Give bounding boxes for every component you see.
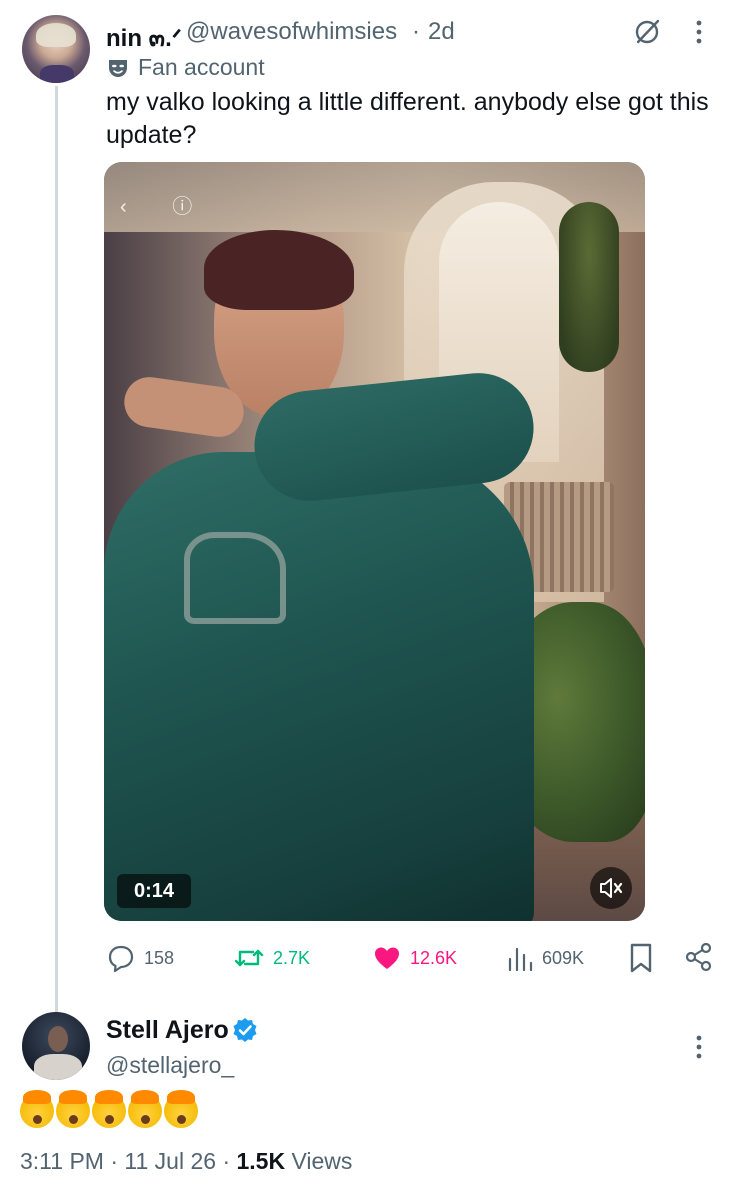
views-button[interactable]: 609K xyxy=(506,943,584,973)
share-icon[interactable] xyxy=(684,942,714,972)
video-duration: 0:14 xyxy=(117,874,191,908)
post-time[interactable]: 2d xyxy=(428,18,455,46)
reply-count: 158 xyxy=(144,947,175,968)
fan-account-label: Fan account xyxy=(138,54,265,80)
exploding-head-icon xyxy=(56,1090,90,1128)
post-text: my valko looking a little different. any… xyxy=(106,88,709,149)
views-total[interactable]: 1.5K xyxy=(237,1148,286,1174)
reply-author-handle[interactable]: @stellajero_ xyxy=(106,1052,234,1079)
exploding-head-icon xyxy=(92,1090,126,1128)
more-vertical-icon[interactable] xyxy=(692,17,706,47)
author-name[interactable]: nin ๓.ᐟ xyxy=(106,18,182,57)
exploding-head-icon xyxy=(128,1090,162,1128)
reply-button[interactable]: 158 xyxy=(106,943,174,973)
separator-dot: · xyxy=(412,18,420,45)
meta-dot: · xyxy=(222,1148,231,1174)
video-player[interactable]: ‹ ⓘ xyxy=(104,162,645,921)
post-date[interactable]: 11 Jul 26 xyxy=(124,1148,216,1174)
views-count: 609K xyxy=(542,947,585,968)
like-button[interactable]: 12.6K xyxy=(372,943,457,973)
repost-arrows-icon xyxy=(234,949,264,967)
verified-badge-icon[interactable] xyxy=(232,1017,258,1043)
speech-bubble-icon xyxy=(108,945,134,973)
exploding-head-icon xyxy=(164,1090,198,1128)
post-meta: 3:11 PM · 11 Jul 26 · 1.5K Views xyxy=(20,1148,352,1175)
video-frame-overlay-icons: ‹ ⓘ xyxy=(120,196,213,218)
video-frame-hair xyxy=(204,230,354,310)
bar-chart-icon xyxy=(508,947,533,972)
views-label: Views xyxy=(291,1148,353,1174)
reply-author-name[interactable]: Stell Ajero xyxy=(106,1016,229,1045)
video-frame-hanging-plant xyxy=(559,202,619,372)
repost-count: 2.7K xyxy=(273,947,311,968)
video-frame-jacket xyxy=(104,452,534,921)
more-vertical-icon[interactable] xyxy=(692,1032,706,1062)
post-timestamp[interactable]: 3:11 PM xyxy=(20,1148,104,1174)
bookmark-icon[interactable] xyxy=(628,942,654,974)
avatar[interactable] xyxy=(22,15,90,83)
grok-icon[interactable] xyxy=(632,17,662,47)
video-frame-jacket-logo xyxy=(184,532,286,624)
like-count: 12.6K xyxy=(410,947,458,968)
heart-icon xyxy=(375,947,399,969)
speaker-muted-icon xyxy=(600,878,623,898)
exploding-head-icon xyxy=(20,1090,54,1128)
reply-text-emojis xyxy=(20,1090,198,1128)
repost-button[interactable]: 2.7K xyxy=(233,943,310,973)
theater-mask-icon xyxy=(109,60,127,77)
reply-avatar[interactable] xyxy=(22,1012,90,1080)
mute-button[interactable] xyxy=(590,867,632,909)
author-handle[interactable]: @wavesofwhimsies xyxy=(186,18,397,46)
thread-line xyxy=(55,86,58,1014)
meta-dot: · xyxy=(110,1148,119,1174)
